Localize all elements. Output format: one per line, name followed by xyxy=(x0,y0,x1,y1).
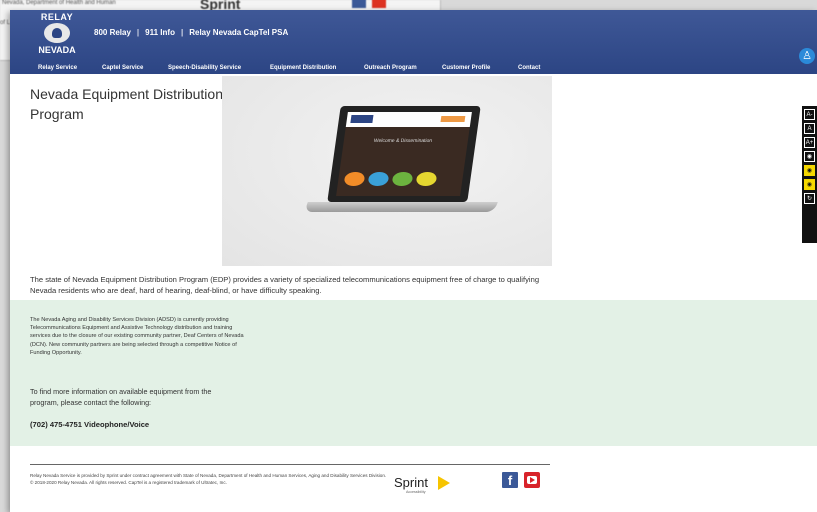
site-footer: Relay Nevada Service is provided by Spri… xyxy=(10,446,817,512)
site-circle xyxy=(415,172,438,186)
page-title: Nevada Equipment Distribution Program xyxy=(30,86,223,122)
main-content: Nevada Equipment Distribution Program We… xyxy=(22,76,552,302)
main-nav: Relay Service Captel Service Speech-Disa… xyxy=(10,62,817,74)
facebook-icon[interactable]: f xyxy=(502,472,518,488)
reset-icon[interactable]: ↻ xyxy=(804,193,815,204)
increase-text-button[interactable]: A+ xyxy=(804,137,815,148)
nav-contact[interactable]: Contact xyxy=(518,65,540,71)
logo-text-bottom: NEVADA xyxy=(38,45,76,55)
link-911-info[interactable]: 911 Info xyxy=(145,28,175,37)
sprint-logo[interactable]: Sprint Accessibility xyxy=(394,474,464,498)
nav-speech-disability-service[interactable]: Speech-Disability Service xyxy=(168,65,241,71)
laptop-website: Welcome & Dissemination xyxy=(336,112,472,196)
site-circles xyxy=(343,172,438,186)
footer-divider xyxy=(30,464,550,465)
logo-text-top: RELAY xyxy=(40,12,74,22)
decrease-text-button[interactable]: A- xyxy=(804,109,815,120)
site-circle xyxy=(343,172,366,186)
site-circle xyxy=(391,172,414,186)
laptop-screen: Welcome & Dissemination xyxy=(327,106,481,202)
footer-legal-text: Relay Nevada Service is provided by Spri… xyxy=(30,473,387,485)
accessibility-toolbar: A- A A+ ◉ ◉ ◉ ↻ xyxy=(802,106,817,243)
site-welcome-text: Welcome & Dissemination xyxy=(373,138,433,144)
separator: | xyxy=(136,28,140,37)
nav-relay-service[interactable]: Relay Service xyxy=(38,65,77,71)
high-contrast-icon[interactable]: ◉ xyxy=(804,165,815,176)
nav-equipment-distribution[interactable]: Equipment Distribution xyxy=(270,65,336,71)
nav-captel-service[interactable]: Captel Service xyxy=(102,65,143,71)
background-text-fragment: of L xyxy=(0,20,11,26)
accessibility-icon[interactable]: ♙ xyxy=(799,48,815,64)
browser-page: RELAY NEVADA 800 Relay | 911 Info | Rela… xyxy=(10,10,817,512)
find-more-text: To find more information on available eq… xyxy=(30,387,212,407)
sprint-sub-text: Accessibility xyxy=(406,490,426,494)
top-links: 800 Relay | 911 Info | Relay Nevada CapT… xyxy=(94,28,288,37)
link-captel-psa[interactable]: Relay Nevada CapTel PSA xyxy=(189,28,288,37)
contrast-icon[interactable]: ◉ xyxy=(804,179,815,190)
hero-laptop-image: Welcome & Dissemination xyxy=(222,76,552,266)
background-text: Nevada, Department of Health and Human xyxy=(2,0,116,6)
laptop-base xyxy=(304,202,498,212)
sprint-swoosh-icon xyxy=(438,476,450,490)
link-800-relay[interactable]: 800 Relay xyxy=(94,28,131,37)
nav-customer-profile[interactable]: Customer Profile xyxy=(442,65,490,71)
background-facebook-icon xyxy=(352,0,366,8)
sprint-wordmark: Sprint xyxy=(394,475,428,490)
site-logo xyxy=(350,115,374,123)
nav-outreach-program[interactable]: Outreach Program xyxy=(364,65,417,71)
notice-section: The Nevada Aging and Disability Services… xyxy=(10,300,817,446)
logo-badge-icon xyxy=(44,23,70,43)
background-youtube-icon xyxy=(372,0,386,8)
site-header: RELAY NEVADA 800 Relay | 911 Info | Rela… xyxy=(10,10,817,74)
intro-paragraph: The state of Nevada Equipment Distributi… xyxy=(30,275,540,295)
youtube-icon[interactable] xyxy=(524,472,540,488)
contact-phone[interactable]: (702) 475-4751 Videophone/Voice xyxy=(30,420,149,429)
site-button xyxy=(440,116,466,122)
site-circle xyxy=(367,172,390,186)
separator: | xyxy=(180,28,184,37)
eye-icon[interactable]: ◉ xyxy=(804,151,815,162)
adsd-notice: The Nevada Aging and Disability Services… xyxy=(30,317,244,356)
reset-text-button[interactable]: A xyxy=(804,123,815,134)
